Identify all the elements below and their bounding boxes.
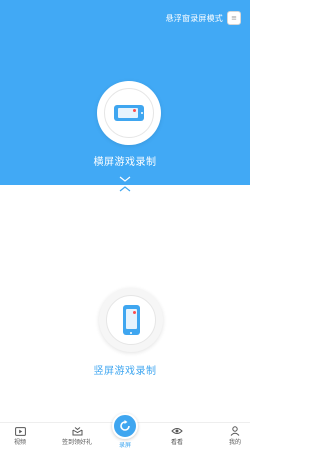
nav-item-mine[interactable]: 我的	[215, 426, 255, 446]
gift-icon	[72, 427, 82, 436]
phone-landscape-icon	[114, 105, 144, 121]
landscape-label: 横屏游戏录制	[93, 157, 157, 168]
chevron-down-icon	[119, 176, 131, 182]
nav-item-signin[interactable]: 签到领好礼	[57, 426, 97, 446]
landscape-record-button[interactable]	[97, 81, 161, 145]
user-icon	[230, 426, 240, 436]
chevron-up-icon	[119, 186, 131, 192]
nav-label-mine: 我的	[228, 439, 241, 446]
phone-portrait-icon	[122, 305, 140, 335]
float-mode-label: 悬浮窗录屏模式	[165, 13, 223, 23]
bottom-nav: 视频 签到领好礼 录屏 看看 我的	[0, 413, 250, 450]
screen: 悬浮窗录屏模式 ≡ 横屏游戏录制 竖屏游戏录制 视频 签到领好礼 录屏 看看 我…	[0, 0, 250, 450]
nav-item-watch[interactable]: 看看	[157, 426, 197, 446]
record-icon	[112, 413, 138, 439]
landscape-panel[interactable]: 悬浮窗录屏模式 ≡ 横屏游戏录制	[0, 0, 250, 185]
landscape-record-button-inner	[104, 88, 154, 138]
nav-label-watch: 看看	[170, 439, 183, 446]
nav-label-record: 录屏	[118, 442, 131, 449]
portrait-record-button-inner	[106, 295, 156, 345]
nav-label-signin: 签到领好礼	[61, 439, 92, 446]
nav-item-video[interactable]: 视频	[0, 426, 40, 446]
portrait-record-button[interactable]	[99, 288, 163, 352]
portrait-label: 竖屏游戏录制	[93, 366, 157, 377]
nav-label-video: 视频	[13, 439, 26, 446]
eye-icon	[171, 428, 183, 434]
float-mode-toggle[interactable]: 悬浮窗录屏模式 ≡	[166, 11, 241, 25]
switch-icon[interactable]: ≡	[227, 11, 241, 25]
play-tv-icon	[14, 427, 26, 436]
nav-item-record[interactable]: 录屏	[105, 413, 145, 449]
